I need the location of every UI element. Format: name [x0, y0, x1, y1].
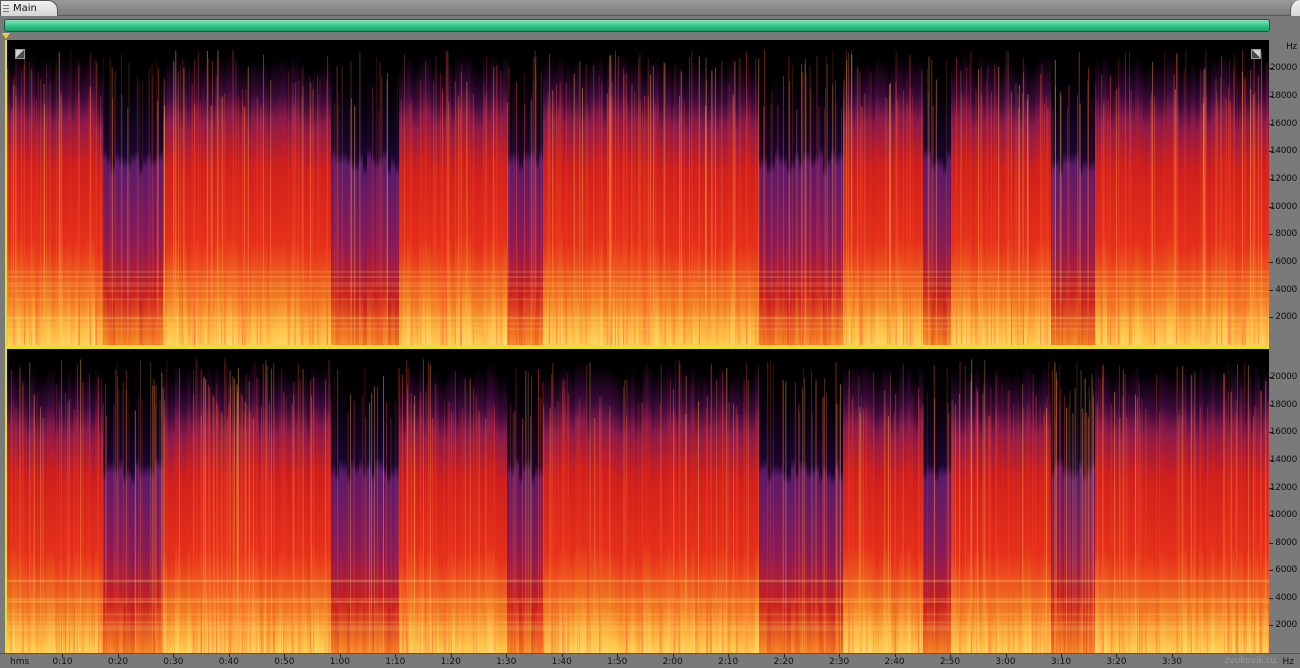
time-tick-label: 2:20 — [773, 657, 794, 667]
freq-tick-label: 12000 — [1269, 482, 1297, 493]
freq-tick-label: 18000 — [1269, 91, 1297, 102]
freq-tick-label: 2000 — [1275, 620, 1297, 631]
time-tick-label: 2:10 — [718, 657, 739, 667]
time-unit-label: hms — [10, 657, 30, 667]
freq-tick-label: 14000 — [1269, 146, 1297, 157]
freq-tick-label: 6000 — [1275, 257, 1297, 267]
freq-unit-label: Hz — [1286, 42, 1297, 52]
freq-tick — [1269, 289, 1273, 291]
time-tick-label: 2:50 — [939, 657, 961, 667]
time-tick-label: 1:40 — [551, 657, 572, 667]
freq-tick — [1269, 262, 1273, 263]
time-tick-label: 0:20 — [107, 657, 129, 667]
watermark: zvukovik.ru — [1224, 656, 1276, 666]
freq-tick-label: 10000 — [1269, 510, 1297, 521]
tab-main[interactable]: Main — [0, 0, 58, 16]
freq-tick — [1269, 234, 1273, 236]
zoom-corner-right-icon[interactable] — [1251, 49, 1261, 59]
time-tick-label: 2:40 — [884, 657, 905, 667]
freq-tick — [1269, 317, 1273, 319]
tab-strip: Main — [0, 0, 1300, 16]
time-tick-label: 3:00 — [995, 657, 1016, 667]
tab-strip-end — [1290, 0, 1300, 16]
time-tick-label: 3:10 — [1050, 657, 1072, 667]
freq-tick-label: 2000 — [1275, 312, 1297, 323]
time-tick-label: 0:30 — [163, 657, 184, 667]
freq-tick — [1269, 542, 1273, 544]
freq-tick-label: 20000 — [1269, 63, 1297, 74]
freq-tick-label: 18000 — [1269, 399, 1297, 410]
time-tick-label: 3:20 — [1106, 657, 1127, 667]
frequency-ruler-bottom: 20000 18000 16000 14000 12000 10000 8000 6000 40… — [1269, 349, 1300, 653]
time-tick-label: 1:10 — [385, 657, 406, 667]
spectrogram-channel-bottom[interactable] — [7, 349, 1269, 653]
time-tick-label: 1:30 — [496, 657, 517, 667]
time-ruler: hms zvukovik.ru Hz 0:10 0:20 0:30 0:40 0:50 1… — [0, 653, 1300, 668]
spectrogram-channel-top[interactable] — [7, 40, 1269, 345]
freq-tick-label: 4000 — [1275, 592, 1297, 603]
freq-tick-label: 16000 — [1269, 427, 1297, 438]
time-tick-label: 0:40 — [218, 657, 239, 667]
freq-tick-label: 20000 — [1269, 372, 1297, 383]
freq-tick-label: 4000 — [1275, 284, 1297, 295]
frequency-ruler-top: Hz 20000 18000 16000 14000 12000 10000 8000 6000… — [1269, 40, 1300, 345]
freq-tick-label: 10000 — [1269, 201, 1297, 212]
zoom-corner-left-icon[interactable] — [15, 49, 25, 59]
playhead-marker-icon[interactable] — [2, 33, 10, 39]
freq-tick-label: 14000 — [1269, 454, 1297, 465]
time-tick-label: 3:30 — [1161, 657, 1183, 667]
freq-tick-label: 8000 — [1275, 537, 1297, 548]
overview-bar[interactable] — [4, 19, 1270, 32]
time-tick-label: 2:00 — [662, 657, 683, 667]
time-tick-label: 1:50 — [607, 657, 628, 667]
grip-icon — [3, 5, 9, 13]
freq-tick-label: 6000 — [1275, 565, 1297, 576]
freq-tick-label: 8000 — [1275, 229, 1297, 240]
time-tick-label: 1:00 — [329, 657, 350, 667]
spectral-view-window: Main Hz 20000 18000 16000 14000 12000 10000 800… — [0, 0, 1300, 668]
freq-tick — [1269, 625, 1273, 627]
tab-main-label: Main — [13, 3, 37, 14]
time-tick-label: 1:20 — [440, 657, 461, 667]
time-tick-label: 2:30 — [828, 657, 850, 667]
freq-tick — [1269, 597, 1273, 599]
freq-tick — [1269, 570, 1273, 572]
freq-unit-label-bottom: Hz — [1282, 657, 1295, 667]
freq-tick-label: 16000 — [1269, 118, 1297, 129]
time-tick-label: 0:10 — [52, 657, 73, 667]
freq-tick-label: 12000 — [1269, 174, 1297, 184]
time-tick-label: 0:50 — [274, 657, 295, 667]
